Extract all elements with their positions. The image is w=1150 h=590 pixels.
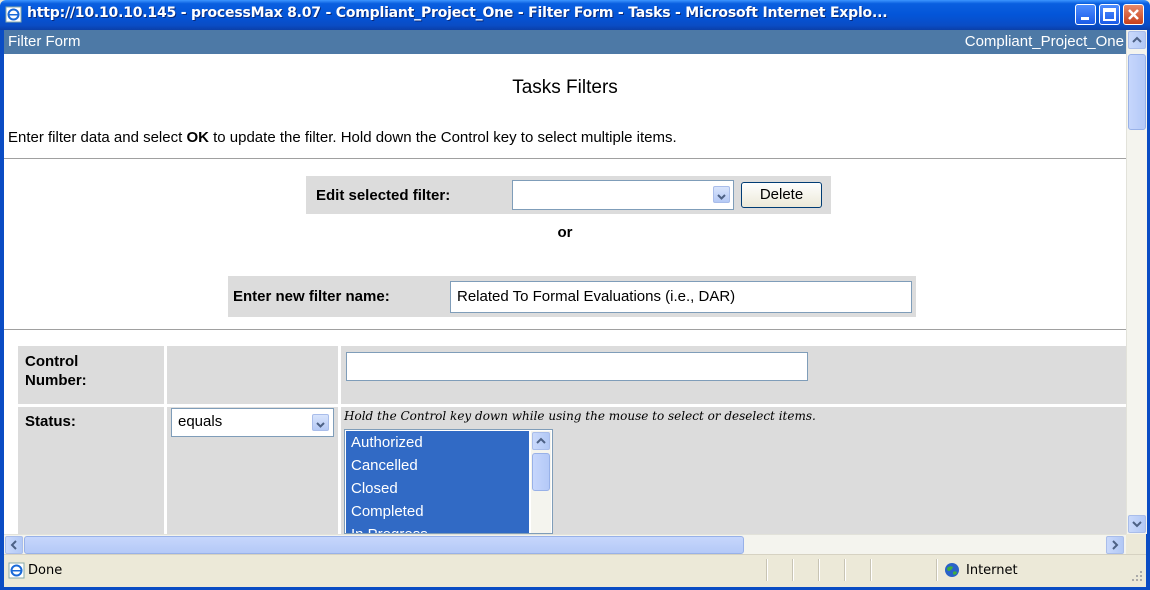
minimize-icon <box>1081 17 1089 20</box>
maximize-button[interactable] <box>1099 4 1120 25</box>
divider <box>4 158 1126 159</box>
edit-filter-label: Edit selected filter: <box>316 187 451 204</box>
status-item-completed[interactable]: Completed <box>346 500 529 523</box>
status-list-scroll-up[interactable] <box>532 432 550 450</box>
browser-client-area: Filter Form Compliant_Project_One Tasks … <box>4 30 1147 587</box>
scroll-left-icon <box>10 540 17 550</box>
scroll-down-icon <box>1132 521 1142 528</box>
dropdown-arrow-icon <box>717 194 726 200</box>
status-separator <box>844 559 846 581</box>
header-project: Compliant_Project_One <box>964 33 1124 50</box>
filter-select[interactable] <box>512 180 734 210</box>
scroll-right-button[interactable] <box>1106 536 1124 554</box>
status-separator <box>936 559 938 581</box>
status-listbox[interactable]: Authorized Cancelled Closed Completed In… <box>344 429 553 534</box>
scroll-down-button[interactable] <box>1128 515 1146 533</box>
filter-select-dropdown-button[interactable] <box>713 186 730 203</box>
status-bar: Done Internet <box>4 554 1146 587</box>
instructions-part: Enter filter data and select <box>8 129 187 146</box>
status-operator-value: equals <box>178 413 223 430</box>
delete-button[interactable]: Delete <box>741 182 822 208</box>
instructions-text: Enter filter data and select OK to updat… <box>8 129 677 146</box>
status-item-closed[interactable]: Closed <box>346 477 529 500</box>
scroll-left-button[interactable] <box>5 536 23 554</box>
horizontal-scrollbar[interactable] <box>4 534 1126 555</box>
new-filter-name-input[interactable]: Related To Formal Evaluations (i.e., DAR… <box>450 281 912 313</box>
window-frame: Filter Form Compliant_Project_One Tasks … <box>0 30 1150 590</box>
status-operator-select[interactable]: equals <box>171 408 334 437</box>
instructions-part: to update the filter. Hold down the Cont… <box>208 129 677 146</box>
window-title-bar[interactable]: http://10.10.10.145 - processMax 8.07 - … <box>0 0 1150 30</box>
control-number-input[interactable] <box>346 352 808 381</box>
status-operator-dropdown-button[interactable] <box>312 414 329 431</box>
status-label: Status: <box>25 413 76 430</box>
or-label: or <box>557 224 573 241</box>
status-items: Authorized Cancelled Closed Completed In… <box>346 431 529 533</box>
status-listbox-scrollbar[interactable] <box>531 431 551 533</box>
control-number-operator-cell <box>167 346 338 404</box>
vertical-scroll-thumb[interactable] <box>1128 54 1146 130</box>
status-separator <box>870 559 872 581</box>
close-button[interactable] <box>1123 4 1144 25</box>
page-title: Tasks Filters <box>512 77 618 98</box>
scroll-up-button[interactable] <box>1128 31 1146 49</box>
control-number-label-line: Number: <box>25 372 87 389</box>
scroll-up-icon <box>1132 36 1142 43</box>
status-item-in-progress[interactable]: In Progress <box>346 523 529 533</box>
window-title: http://10.10.10.145 - processMax 8.07 - … <box>27 5 888 21</box>
horizontal-scroll-thumb[interactable] <box>24 536 744 554</box>
dropdown-arrow-icon <box>316 422 325 428</box>
status-separator <box>818 559 820 581</box>
minimize-button[interactable] <box>1075 4 1096 25</box>
status-hint: Hold the Control key down while using th… <box>344 409 816 423</box>
security-zone: Internet <box>966 563 1018 578</box>
status-list-scroll-thumb[interactable] <box>532 453 550 491</box>
resize-grip-icon[interactable] <box>1130 569 1144 583</box>
status-separator <box>792 559 794 581</box>
instructions-ok: OK <box>186 129 209 146</box>
ie-page-icon <box>5 6 22 23</box>
ie-page-icon <box>8 562 25 579</box>
status-text: Done <box>28 563 63 578</box>
header-title: Filter Form <box>8 33 81 50</box>
scroll-right-icon <box>1112 540 1119 550</box>
control-number-label: Control Number: <box>25 352 87 390</box>
status-item-authorized[interactable]: Authorized <box>346 431 529 454</box>
new-filter-label: Enter new filter name: <box>233 288 390 305</box>
vertical-scrollbar[interactable] <box>1126 30 1147 534</box>
page-header: Filter Form Compliant_Project_One <box>4 30 1126 54</box>
divider <box>4 329 1126 330</box>
globe-icon <box>945 563 959 577</box>
control-number-label-line: Control <box>25 353 79 370</box>
close-icon <box>1128 9 1139 20</box>
scroll-corner <box>1126 534 1146 554</box>
maximize-icon <box>1103 8 1116 21</box>
status-separator <box>766 559 768 581</box>
scroll-up-icon <box>536 437 546 444</box>
status-item-cancelled[interactable]: Cancelled <box>346 454 529 477</box>
